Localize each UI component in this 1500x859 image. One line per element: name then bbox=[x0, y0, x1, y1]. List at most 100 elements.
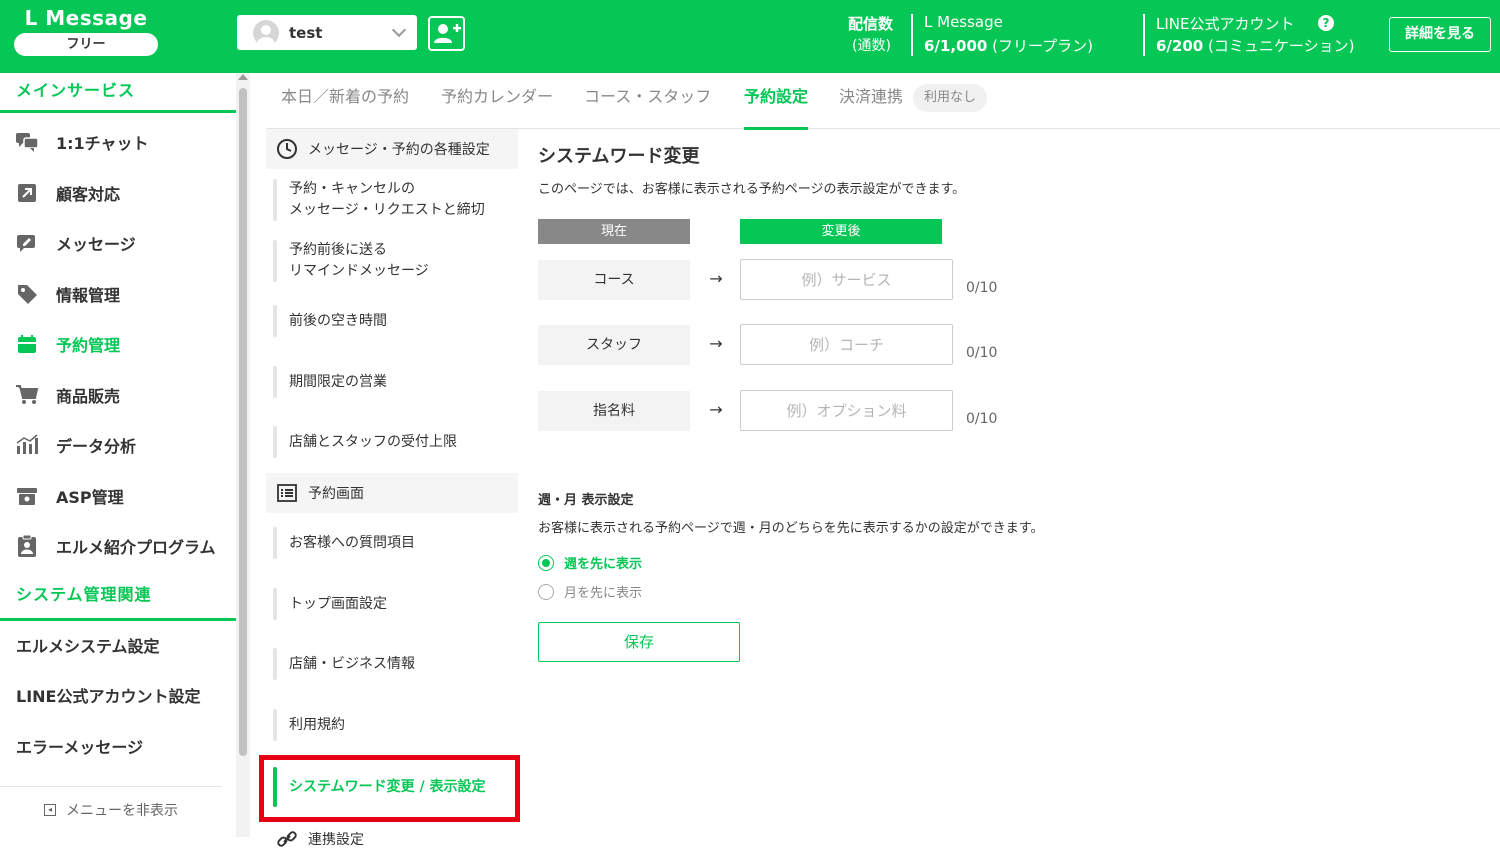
tab-payment[interactable]: 決済連携 bbox=[839, 73, 903, 129]
arrow-right-icon: → bbox=[709, 334, 723, 353]
nav-item-cancel-messages[interactable]: 予約・キャンセルの メッセージ・リクエストと締切 bbox=[273, 179, 518, 221]
nav-item-label: 期間限定の営業 bbox=[289, 373, 387, 390]
course-word-input[interactable] bbox=[740, 259, 953, 300]
current-word-fee: 指名料 bbox=[538, 391, 690, 431]
avatar bbox=[253, 19, 279, 46]
sidebar-item-referral[interactable]: エルメ紹介プログラム bbox=[0, 521, 236, 571]
edit-message-icon bbox=[14, 230, 40, 256]
nav-item-capacity[interactable]: 店舗とスタッフの受付上限 bbox=[273, 426, 518, 458]
radio-month-first[interactable]: 月を先に表示 bbox=[538, 582, 642, 601]
sidebar-item-label: エルメ紹介プログラム bbox=[56, 538, 216, 557]
radio-button[interactable] bbox=[538, 554, 554, 571]
sidebar-item-reservation[interactable]: 予約管理 bbox=[0, 319, 236, 369]
sidebar: メインサービス 1:1チャット 顧客対応 メッセージ 情報管理 予約管理 商品販 bbox=[0, 73, 236, 837]
nav-item-label: お客様への質問項目 bbox=[289, 534, 415, 551]
nav-item-questions[interactable]: お客様への質問項目 bbox=[273, 527, 518, 559]
nav-item-limited-period[interactable]: 期間限定の営業 bbox=[273, 366, 518, 398]
account-selector[interactable]: test bbox=[237, 15, 417, 50]
arrow-up-right-icon bbox=[14, 180, 40, 206]
sidebar-item-asp[interactable]: ASP管理 bbox=[0, 471, 236, 521]
hide-menu-button[interactable]: ◂ メニューを非表示 bbox=[0, 786, 222, 832]
hide-menu-label: メニューを非表示 bbox=[66, 802, 178, 819]
tag-icon bbox=[14, 281, 40, 307]
current-column-header: 現在 bbox=[538, 219, 690, 244]
nav-group-label: 連携設定 bbox=[308, 832, 364, 848]
help-icon[interactable]: ? bbox=[1318, 15, 1334, 31]
nav-item-label: 利用規約 bbox=[289, 716, 345, 733]
tab-calendar[interactable]: 予約カレンダー bbox=[441, 73, 553, 129]
sidebar-item-sales[interactable]: 商品販売 bbox=[0, 370, 236, 420]
radio-label: 週を先に表示 bbox=[564, 557, 643, 572]
nav-group-label: 予約画面 bbox=[308, 486, 364, 502]
lmessage-count: 6/1,000 bbox=[924, 37, 988, 55]
sidebar-item-label: 商品販売 bbox=[56, 387, 121, 406]
account-name: test bbox=[289, 23, 323, 42]
new-column-header: 変更後 bbox=[740, 219, 942, 244]
top-header: L Message フリー test 配信数 (通数) L Message 6/… bbox=[0, 0, 1500, 73]
sidebar-item-info[interactable]: 情報管理 bbox=[0, 269, 236, 319]
sidebar-item-label: メッセージ bbox=[56, 235, 136, 254]
radio-label: 月を先に表示 bbox=[564, 586, 643, 601]
scroll-up-icon[interactable] bbox=[238, 74, 248, 80]
nav-group-integration: 連携設定 bbox=[266, 819, 518, 859]
add-user-button[interactable] bbox=[428, 16, 465, 51]
arrow-right-icon: → bbox=[709, 400, 723, 419]
radio-week-first[interactable]: 週を先に表示 bbox=[538, 553, 642, 572]
sidebar-item-line-settings[interactable]: LINE公式アカウント設定 bbox=[0, 670, 236, 720]
box-icon bbox=[14, 483, 40, 509]
page-title: システムワード変更 bbox=[538, 146, 700, 167]
system-section: システム管理関連 bbox=[0, 575, 236, 621]
brand-logo[interactable]: L Message フリー bbox=[14, 6, 158, 56]
details-button[interactable]: 詳細を見る bbox=[1389, 17, 1491, 52]
char-count: 0/10 bbox=[966, 280, 998, 296]
divider bbox=[911, 14, 913, 56]
nav-item-label: 店舗とスタッフの受付上限 bbox=[289, 433, 457, 450]
tab-today[interactable]: 本日／新着の予約 bbox=[281, 73, 409, 129]
cart-icon bbox=[14, 382, 40, 408]
list-icon bbox=[277, 484, 297, 502]
char-count: 0/10 bbox=[966, 411, 998, 427]
save-button[interactable]: 保存 bbox=[538, 622, 740, 662]
sidebar-item-error-messages[interactable]: エラーメッセージ bbox=[0, 721, 236, 771]
fee-word-input[interactable] bbox=[740, 390, 953, 431]
current-word-staff: スタッフ bbox=[538, 325, 690, 365]
display-settings-title: 週・月 表示設定 bbox=[538, 493, 634, 508]
nav-item-business-info[interactable]: 店舗・ビジネス情報 bbox=[273, 648, 518, 680]
delivery-sub: (通数) bbox=[852, 38, 891, 54]
sidebar-item-chat[interactable]: 1:1チャット bbox=[0, 117, 236, 167]
nav-item-terms[interactable]: 利用規約 bbox=[273, 709, 518, 741]
nav-item-buffer-time[interactable]: 前後の空き時間 bbox=[273, 305, 518, 337]
nav-item-label: 店舗・ビジネス情報 bbox=[289, 655, 415, 672]
sidebar-item-label: データ分析 bbox=[56, 437, 137, 456]
clipboard-user-icon bbox=[14, 533, 40, 559]
nav-group-label: メッセージ・予約の各種設定 bbox=[308, 142, 490, 158]
nav-group-message-settings: メッセージ・予約の各種設定 bbox=[266, 129, 518, 169]
line-account-label: LINE公式アカウント bbox=[1156, 15, 1295, 33]
delivery-label: 配信数 bbox=[848, 15, 894, 33]
tab-reservation-settings[interactable]: 予約設定 bbox=[744, 73, 809, 130]
tab-course-staff[interactable]: コース・スタッフ bbox=[584, 73, 711, 129]
sidebar-item-analytics[interactable]: データ分析 bbox=[0, 420, 236, 470]
sidebar-item-label: 情報管理 bbox=[56, 286, 121, 305]
sidebar-item-customer[interactable]: 顧客対応 bbox=[0, 168, 236, 218]
sidebar-item-label: 予約管理 bbox=[56, 336, 121, 355]
nav-item-top-screen[interactable]: トップ画面設定 bbox=[273, 588, 518, 620]
scrollbar-thumb[interactable] bbox=[239, 88, 247, 756]
chevron-down-icon bbox=[391, 22, 407, 37]
char-count: 0/10 bbox=[966, 345, 998, 361]
add-user-icon bbox=[434, 24, 461, 43]
display-settings-description: お客様に表示される予約ページで週・月のどちらを先に表示するかの設定ができます。 bbox=[538, 521, 1044, 536]
staff-word-input[interactable] bbox=[740, 324, 953, 365]
nav-item-label: 前後の空き時間 bbox=[289, 312, 387, 329]
nav-item-label: 予約前後に送る リマインドメッセージ bbox=[289, 242, 429, 279]
chat-icon bbox=[14, 129, 40, 155]
sidebar-item-label: 顧客対応 bbox=[56, 185, 121, 204]
sidebar-item-system-settings[interactable]: エルメシステム設定 bbox=[0, 620, 236, 670]
nav-item-reminder[interactable]: 予約前後に送る リマインドメッセージ bbox=[273, 240, 518, 282]
line-count: 6/200 bbox=[1156, 37, 1204, 55]
radio-button[interactable] bbox=[538, 583, 554, 600]
divider bbox=[1143, 14, 1145, 56]
brand-name: L Message bbox=[24, 6, 148, 30]
sidebar-item-message[interactable]: メッセージ bbox=[0, 218, 236, 268]
calendar-icon bbox=[14, 331, 40, 357]
